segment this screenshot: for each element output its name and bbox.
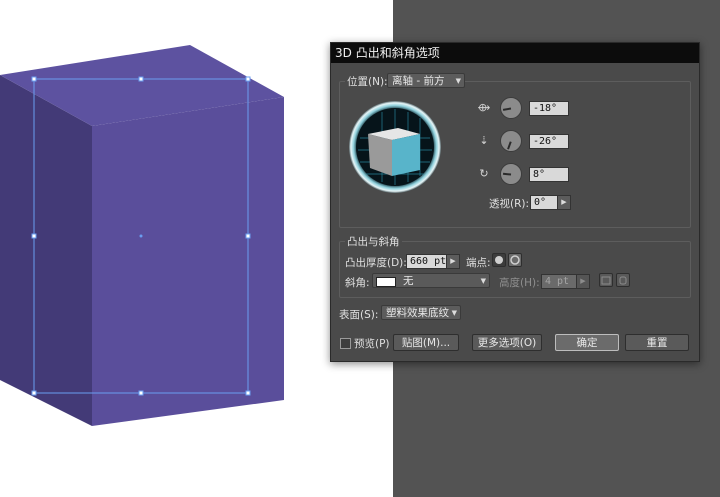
box-front-face [92, 97, 284, 426]
extrude-bevel-group-label: 凸出与斜角 [345, 234, 402, 249]
perspective-label: 透视(R): [489, 198, 530, 210]
handle-bottom-center[interactable] [138, 390, 144, 396]
reset-button[interactable]: 重置 [625, 334, 689, 351]
handle-middle-left[interactable] [31, 233, 37, 239]
cap-label: 端点: [466, 257, 491, 269]
handle-middle-right[interactable] [245, 233, 251, 239]
extrude-depth-dropdown-button[interactable]: ▶ [446, 254, 460, 269]
more-options-button[interactable]: 更多选项(O) [472, 334, 542, 351]
position-preset-dropdown[interactable]: 离轴 - 前方 ▼ [387, 73, 465, 88]
bevel-height-label: 高度(H): [499, 277, 540, 289]
ok-button[interactable]: 确定 [555, 334, 619, 351]
bevel-value: 无 [403, 275, 414, 287]
bevel-dropdown[interactable]: 无 ▼ [372, 273, 490, 288]
z-rotation-knob[interactable] [500, 163, 522, 185]
bevel-swatch [376, 277, 396, 287]
chevron-down-icon: ▼ [455, 77, 461, 85]
chevron-down-icon: ▼ [480, 277, 486, 285]
rotation-track-cube[interactable] [348, 100, 442, 194]
handle-top-center[interactable] [138, 76, 144, 82]
bevel-out-button[interactable] [616, 273, 630, 287]
y-rotation-knob[interactable] [500, 130, 522, 152]
cap-on-button[interactable] [492, 253, 506, 267]
surface-dropdown[interactable]: 塑料效果底纹 ▼ [381, 305, 461, 320]
y-axis-rotate-icon: ⇣ [479, 134, 489, 147]
handle-top-right[interactable] [245, 76, 251, 82]
position-label: 位置(N): [345, 74, 390, 89]
perspective-field[interactable]: 0° [530, 195, 559, 210]
perspective-dropdown-button[interactable]: ▶ [557, 195, 571, 210]
cap-on-icon [495, 256, 503, 264]
dialog-title[interactable]: 3D 凸出和斜角选项 [331, 43, 699, 63]
preview-checkbox[interactable] [340, 338, 351, 349]
bevel-out-icon [619, 276, 627, 285]
handle-bottom-left[interactable] [31, 390, 37, 396]
chevron-right-icon: ▶ [561, 198, 567, 206]
chevron-right-icon: ▶ [580, 277, 586, 285]
3d-extrude-bevel-dialog: 3D 凸出和斜角选项 位置(N): 离轴 - 前方 ▼ ⟴ -18° ⇣ -26… [330, 42, 700, 362]
handle-top-left[interactable] [31, 76, 37, 82]
x-axis-rotate-icon: ⟴ [477, 101, 491, 114]
bevel-label: 斜角: [345, 277, 370, 289]
surface-value: 塑料效果底纹 [386, 307, 449, 319]
extrude-depth-field[interactable]: 660 pt [406, 254, 448, 269]
z-axis-rotate-icon: ↻ [479, 167, 489, 180]
y-rotation-field[interactable]: -26° [529, 134, 569, 149]
bevel-height-dropdown-button[interactable]: ▶ [576, 274, 590, 289]
x-rotation-knob[interactable] [500, 97, 522, 119]
bevel-in-button[interactable] [599, 273, 613, 287]
bevel-in-icon [601, 276, 611, 285]
map-art-button[interactable]: 贴图(M)... [393, 334, 459, 351]
bevel-height-field[interactable]: 4 pt [541, 274, 578, 289]
cap-off-button[interactable] [508, 253, 522, 267]
surface-label: 表面(S): [339, 309, 379, 321]
box-left-face [0, 75, 92, 426]
cap-off-icon [510, 255, 520, 265]
z-rotation-field[interactable]: 8° [529, 167, 569, 182]
preview-label[interactable]: 预览(P) [354, 336, 390, 351]
x-rotation-field[interactable]: -18° [529, 101, 569, 116]
extrude-depth-label: 凸出厚度(D): [345, 257, 407, 269]
position-preset-value: 离轴 - 前方 [392, 75, 445, 87]
center-point [139, 234, 143, 238]
chevron-down-icon: ▼ [451, 309, 457, 317]
handle-bottom-right[interactable] [245, 390, 251, 396]
chevron-right-icon: ▶ [450, 257, 456, 265]
